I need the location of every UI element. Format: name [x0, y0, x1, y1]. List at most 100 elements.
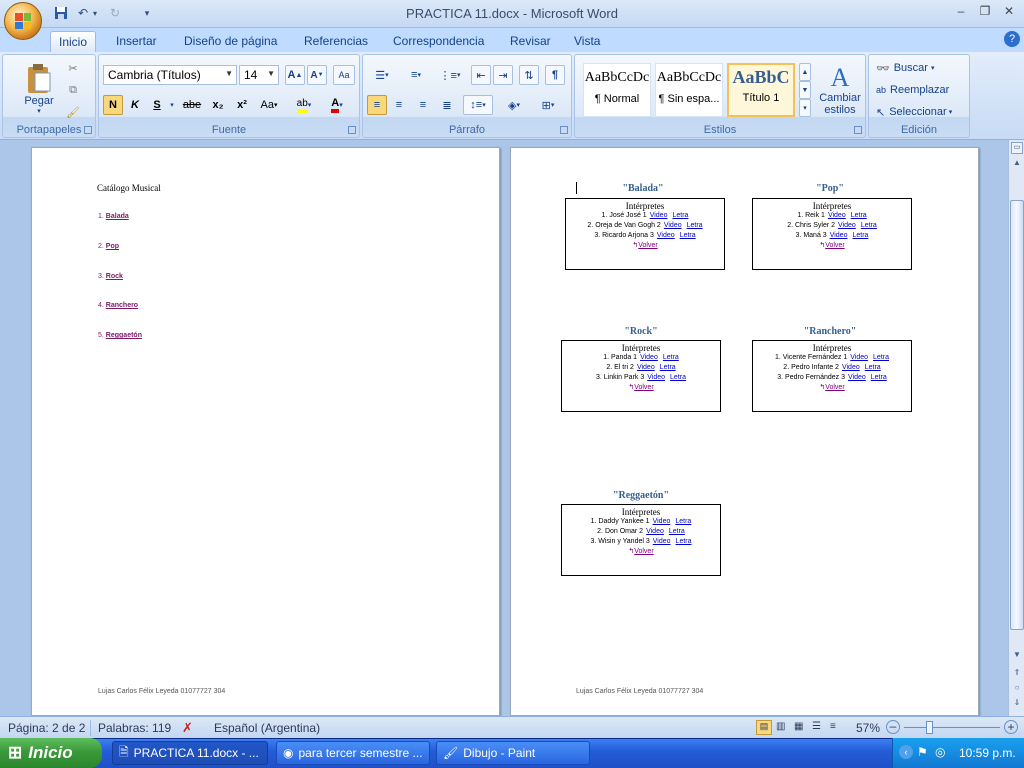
justify-icon[interactable]: ≣: [437, 95, 457, 115]
paragraph-launcher-icon[interactable]: [560, 126, 568, 134]
numbering-icon[interactable]: ≡ ▾: [401, 65, 431, 85]
previous-page-icon[interactable]: ⇑: [1011, 668, 1023, 682]
toc-link[interactable]: Balada: [106, 213, 129, 220]
word-count[interactable]: Palabras: 119: [98, 721, 171, 735]
task-chrome[interactable]: ◉ para tercer semestre ...: [276, 741, 430, 765]
change-styles-button[interactable]: A Cambiar estilos: [815, 59, 865, 121]
tab-insertar[interactable]: Insertar: [108, 31, 165, 52]
zoom-slider-thumb[interactable]: [926, 721, 933, 734]
shading-icon[interactable]: ◈ ▾: [499, 95, 529, 115]
help-icon[interactable]: ?: [1004, 31, 1020, 47]
lyrics-link[interactable]: Letra: [663, 354, 679, 361]
sort-icon[interactable]: ⇅: [519, 65, 539, 85]
tab-diseno-pagina[interactable]: Diseño de página: [176, 31, 285, 52]
web-layout-icon[interactable]: ▦: [794, 721, 803, 732]
align-left-icon[interactable]: ≡: [367, 95, 387, 115]
back-link[interactable]: Volver: [634, 548, 653, 555]
network-icon[interactable]: ⚑: [917, 745, 928, 759]
video-link[interactable]: Video: [640, 354, 658, 361]
zoom-out-icon[interactable]: –: [886, 720, 900, 734]
italic-button[interactable]: K: [125, 95, 145, 115]
video-link[interactable]: Video: [646, 528, 664, 535]
toc-link[interactable]: Ranchero: [106, 302, 138, 309]
scroll-up-icon[interactable]: ▲: [1011, 158, 1023, 172]
language-indicator[interactable]: Español (Argentina): [214, 721, 320, 735]
vertical-scrollbar[interactable]: ▭ ▲ ▼ ⇑ ○ ⇓: [1008, 140, 1024, 716]
lyrics-link[interactable]: Letra: [676, 538, 692, 545]
draft-view-icon[interactable]: ≡: [830, 721, 836, 732]
underline-dropdown-icon[interactable]: ▾: [167, 95, 177, 115]
back-link[interactable]: Volver: [634, 384, 653, 391]
bold-button[interactable]: N: [103, 95, 123, 115]
undo-dropdown-icon[interactable]: ▾: [90, 4, 100, 22]
tab-inicio[interactable]: Inicio: [50, 31, 97, 52]
styles-more-icon[interactable]: ▾: [799, 99, 811, 117]
tab-vista[interactable]: Vista: [566, 31, 608, 52]
ruler-toggle-icon[interactable]: ▭: [1011, 142, 1023, 154]
font-color-button[interactable]: A ▾: [321, 95, 353, 115]
borders-icon[interactable]: ⊞ ▾: [533, 95, 563, 115]
paste-button[interactable]: Pegar ▾: [17, 59, 61, 119]
styles-scroll-up-icon[interactable]: ▲: [799, 63, 811, 81]
video-link[interactable]: Video: [848, 374, 866, 381]
security-icon[interactable]: ◎: [935, 745, 945, 759]
increase-indent-icon[interactable]: ⇥: [493, 65, 513, 85]
styles-launcher-icon[interactable]: [854, 126, 862, 134]
tab-correspondencia[interactable]: Correspondencia: [385, 31, 492, 52]
page-count[interactable]: Página: 2 de 2: [8, 721, 85, 735]
select-button[interactable]: ↖ Seleccionar ▾: [875, 103, 969, 121]
video-link[interactable]: Video: [653, 518, 671, 525]
style-heading-1[interactable]: AaBbC Título 1: [727, 63, 795, 117]
lyrics-link[interactable]: Letra: [873, 354, 889, 361]
lyrics-link[interactable]: Letra: [851, 212, 867, 219]
restore-button[interactable]: ❐: [974, 4, 996, 22]
spelling-check-icon[interactable]: ✗: [182, 720, 193, 736]
lyrics-link[interactable]: Letra: [675, 518, 691, 525]
line-spacing-icon[interactable]: ↕≡ ▾: [463, 95, 493, 115]
redo-icon[interactable]: ↻: [106, 4, 124, 22]
grow-font-button[interactable]: A ▲: [285, 65, 305, 85]
copy-icon[interactable]: ⧉: [63, 81, 83, 99]
styles-scroll-down-icon[interactable]: ▼: [799, 81, 811, 99]
toc-link[interactable]: Rock: [106, 273, 123, 280]
lyrics-link[interactable]: Letra: [672, 212, 688, 219]
office-button[interactable]: [4, 2, 42, 40]
style-normal[interactable]: AaBbCcDc ¶ Normal: [583, 63, 651, 117]
video-link[interactable]: Video: [647, 374, 665, 381]
close-button[interactable]: ✕: [998, 4, 1020, 22]
video-link[interactable]: Video: [637, 364, 655, 371]
scroll-thumb[interactable]: [1010, 200, 1024, 630]
find-button[interactable]: 👓 Buscar ▾: [875, 59, 965, 77]
shrink-font-button[interactable]: A ▼: [307, 65, 327, 85]
scroll-down-icon[interactable]: ▼: [1011, 650, 1023, 664]
save-icon[interactable]: [52, 4, 70, 22]
lyrics-link[interactable]: Letra: [687, 222, 703, 229]
zoom-in-icon[interactable]: +: [1004, 720, 1018, 734]
replace-button[interactable]: ab Reemplazar: [875, 81, 965, 99]
clear-format-icon[interactable]: Aa: [333, 65, 355, 85]
start-button[interactable]: ⊞ Inicio: [0, 738, 102, 768]
toc-link[interactable]: Reggaetón: [106, 332, 142, 339]
customize-toolbar-icon[interactable]: ▾: [138, 4, 156, 22]
clipboard-launcher-icon[interactable]: [84, 126, 92, 134]
lyrics-link[interactable]: Letra: [680, 232, 696, 239]
highlight-color-button[interactable]: ab ▾: [289, 95, 319, 115]
toc-item-pop[interactable]: 2. Pop: [98, 243, 119, 250]
print-layout-icon[interactable]: ▤: [756, 720, 772, 735]
video-link[interactable]: Video: [830, 232, 848, 239]
clock[interactable]: 10:59 p.m.: [959, 746, 1016, 760]
browse-object-icon[interactable]: ○: [1011, 683, 1023, 697]
toc-item-rock[interactable]: 3. Rock: [98, 273, 123, 280]
font-launcher-icon[interactable]: [348, 126, 356, 134]
tray-expand-icon[interactable]: ‹: [899, 745, 913, 759]
bullets-icon[interactable]: ☰ ▾: [367, 65, 397, 85]
format-painter-icon[interactable]: 🖌: [63, 103, 83, 121]
lyrics-link[interactable]: Letra: [865, 364, 881, 371]
cut-icon[interactable]: ✂: [63, 59, 83, 77]
lyrics-link[interactable]: Letra: [669, 528, 685, 535]
video-link[interactable]: Video: [838, 222, 856, 229]
tab-referencias[interactable]: Referencias: [296, 31, 376, 52]
back-link[interactable]: Volver: [638, 242, 657, 249]
toc-item-balada[interactable]: 1. Balada: [98, 213, 129, 220]
superscript-button[interactable]: x²: [231, 95, 253, 115]
